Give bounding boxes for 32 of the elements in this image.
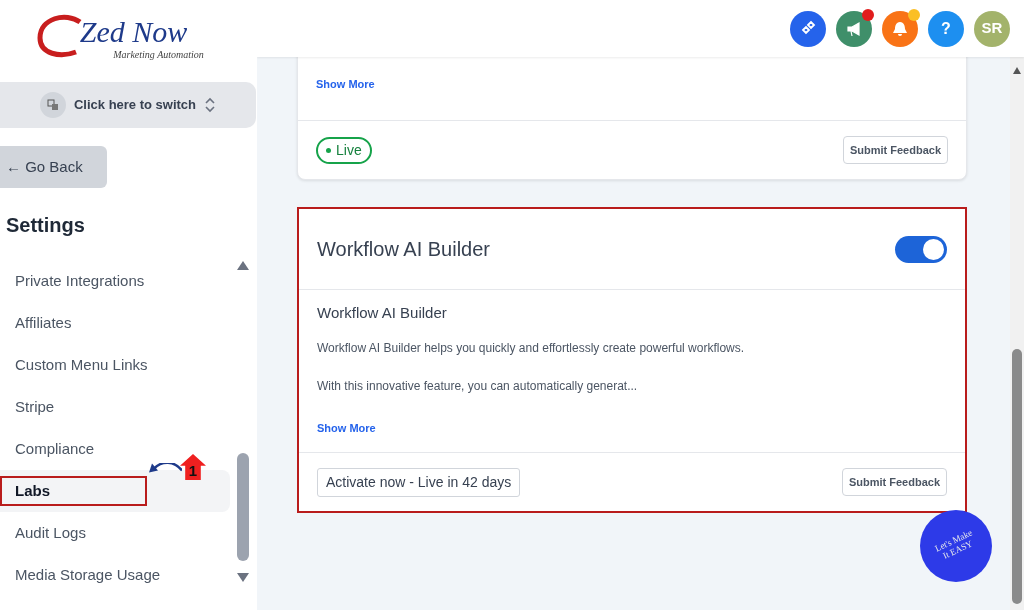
page-scrollbar[interactable]: [1010, 57, 1024, 610]
help-badge-text: Let's Make It EASY: [933, 528, 975, 563]
annotation-arrow: [149, 463, 182, 473]
show-more-link[interactable]: Show More: [316, 76, 375, 93]
feature-toggle[interactable]: [895, 235, 947, 263]
notifications-button[interactable]: [882, 10, 918, 47]
chevron-up-down-icon: [204, 96, 217, 114]
go-back-button[interactable]: ← Go Back: [0, 146, 107, 188]
submit-feedback-button[interactable]: Submit Feedback: [842, 135, 948, 165]
settings-menu-item[interactable]: Stripe: [0, 386, 230, 428]
logo-tagline: Marketing Automation: [113, 47, 204, 62]
account-switcher[interactable]: Click here to switch: [0, 82, 256, 128]
settings-heading: Settings: [6, 213, 86, 238]
logo-title: Zed Now: [79, 16, 188, 47]
bell-icon: [891, 19, 909, 38]
activate-button[interactable]: Activate now - Live in 42 days: [317, 467, 521, 497]
submit-feedback-button[interactable]: Submit Feedback: [841, 467, 947, 497]
settings-menu-item[interactable]: Affiliates: [0, 302, 230, 344]
megaphone-icon: [845, 19, 863, 38]
settings-menu-item[interactable]: Private Integrations: [0, 260, 230, 302]
live-status-badge: Live: [316, 136, 372, 164]
feature-description: With this innovative feature, you can automatically generat...: [317, 377, 639, 395]
help-badge-button[interactable]: Let's Make It EASY: [920, 510, 992, 582]
settings-menu-item[interactable]: Audit Logs: [0, 512, 230, 554]
feature-description: Workflow AI Builder helps you quickly and effortlessly create powerful workflows.: [317, 339, 746, 357]
settings-menu-item[interactable]: Media Storage Usage: [0, 554, 230, 596]
megaphone-button[interactable]: [836, 10, 872, 47]
show-more-link[interactable]: Show More: [317, 419, 376, 436]
switch-icon: [39, 92, 66, 118]
feature-subtitle: Workflow AI Builder: [317, 303, 448, 323]
feature-title: Workflow AI Builder: [317, 237, 491, 262]
settings-menu-item[interactable]: Custom Menu Links: [0, 344, 230, 386]
